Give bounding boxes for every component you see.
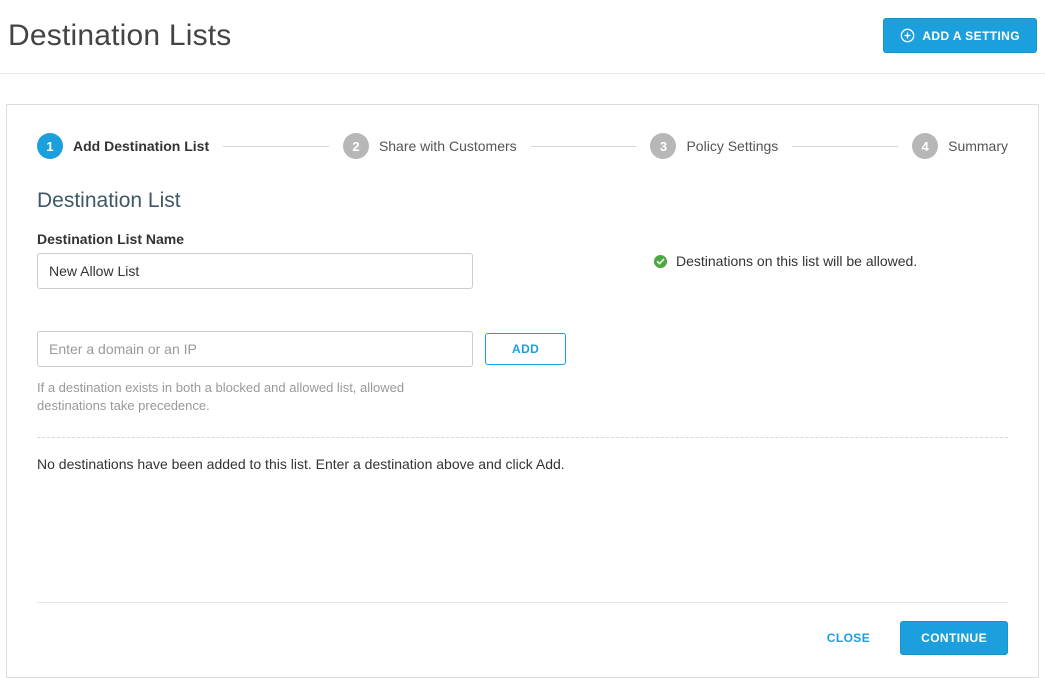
step-number: 3 — [650, 133, 676, 159]
page-title: Destination Lists — [8, 19, 232, 53]
add-setting-button[interactable]: ADD A SETTING — [883, 18, 1037, 53]
add-destination-button[interactable]: ADD — [485, 333, 566, 365]
allowed-info-message: Destinations on this list will be allowe… — [653, 253, 1008, 269]
continue-button[interactable]: CONTINUE — [900, 621, 1008, 655]
step-label: Policy Settings — [686, 138, 778, 154]
step-add-destination-list[interactable]: 1 Add Destination List — [37, 133, 209, 159]
page-header: Destination Lists ADD A SETTING — [0, 0, 1045, 74]
step-label: Summary — [948, 138, 1008, 154]
step-label: Add Destination List — [73, 138, 209, 154]
destination-list-name-input[interactable] — [37, 253, 473, 289]
stepper: 1 Add Destination List 2 Share with Cust… — [37, 133, 1008, 159]
step-divider — [223, 146, 329, 147]
check-circle-icon — [653, 254, 668, 269]
step-number: 2 — [343, 133, 369, 159]
name-field-label: Destination List Name — [37, 231, 613, 247]
add-setting-label: ADD A SETTING — [922, 29, 1020, 43]
step-divider — [792, 146, 898, 147]
wizard-panel: 1 Add Destination List 2 Share with Cust… — [6, 104, 1039, 678]
list-divider — [37, 437, 1008, 438]
step-share-with-customers[interactable]: 2 Share with Customers — [343, 133, 517, 159]
step-summary[interactable]: 4 Summary — [912, 133, 1008, 159]
domain-ip-input[interactable] — [37, 331, 473, 367]
wizard-footer: CLOSE CONTINUE — [37, 602, 1008, 655]
step-label: Share with Customers — [379, 138, 517, 154]
empty-list-message: No destinations have been added to this … — [37, 456, 1008, 472]
step-number: 1 — [37, 133, 63, 159]
precedence-helper-text: If a destination exists in both a blocke… — [37, 379, 467, 415]
allowed-info-text: Destinations on this list will be allowe… — [676, 253, 917, 269]
step-policy-settings[interactable]: 3 Policy Settings — [650, 133, 778, 159]
step-divider — [531, 146, 637, 147]
section-title: Destination List — [37, 189, 1008, 213]
step-number: 4 — [912, 133, 938, 159]
plus-circle-icon — [900, 28, 915, 43]
close-button[interactable]: CLOSE — [823, 622, 874, 654]
